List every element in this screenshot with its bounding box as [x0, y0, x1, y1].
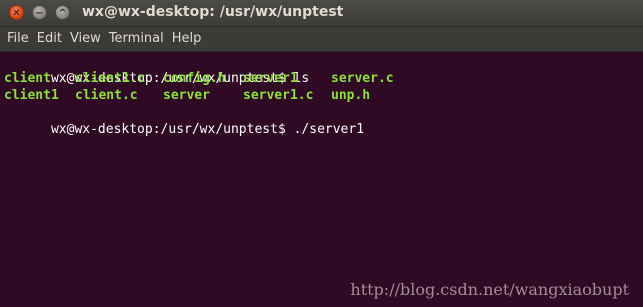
file-entry: client: [4, 71, 51, 86]
maximize-icon[interactable]: ^: [55, 5, 70, 20]
command-line-run: wx@wx-desktop:/usr/wx/unptest$ ./server1: [4, 104, 643, 137]
file-entry: server: [163, 88, 210, 103]
prompt-text: wx@wx-desktop:/usr/wx/unptest$ ./server1: [50, 122, 365, 137]
file-entry: client1.c: [75, 71, 146, 86]
file-entry: client1: [4, 88, 59, 103]
window-title: wx@wx-desktop: /usr/wx/unptest: [82, 4, 344, 20]
watermark-text: http://blog.csdn.net/wangxiaobupt: [350, 280, 629, 299]
menu-terminal[interactable]: Terminal: [105, 27, 168, 51]
close-icon[interactable]: ✕: [9, 5, 24, 20]
menu-help[interactable]: Help: [168, 27, 206, 51]
menu-file[interactable]: File: [3, 27, 33, 51]
file-entry: server1: [243, 71, 298, 86]
ls-output-row: client client1.c config.h server1 server…: [4, 70, 643, 87]
terminal-window: ✕ − ^ wx@wx-desktop: /usr/wx/unptest Fil…: [0, 0, 643, 307]
menu-bar: File Edit View Terminal Help: [0, 27, 643, 52]
terminal-output[interactable]: wx@wx-desktop:/usr/wx/unptest$ ls client…: [0, 52, 643, 307]
command-line-ls: wx@wx-desktop:/usr/wx/unptest$ ls: [4, 53, 643, 86]
minimize-icon[interactable]: −: [32, 5, 47, 20]
menu-view[interactable]: View: [66, 27, 105, 51]
file-entry: server.c: [331, 71, 394, 86]
title-bar[interactable]: ✕ − ^ wx@wx-desktop: /usr/wx/unptest: [0, 0, 643, 27]
file-entry: server1.c: [243, 88, 314, 103]
file-entry: config.h: [163, 71, 226, 86]
ls-output-row: client1 client.c server server1.c unp.h: [4, 87, 643, 104]
file-entry: unp.h: [331, 88, 371, 103]
menu-edit[interactable]: Edit: [33, 27, 66, 51]
file-entry: client.c: [75, 88, 138, 103]
